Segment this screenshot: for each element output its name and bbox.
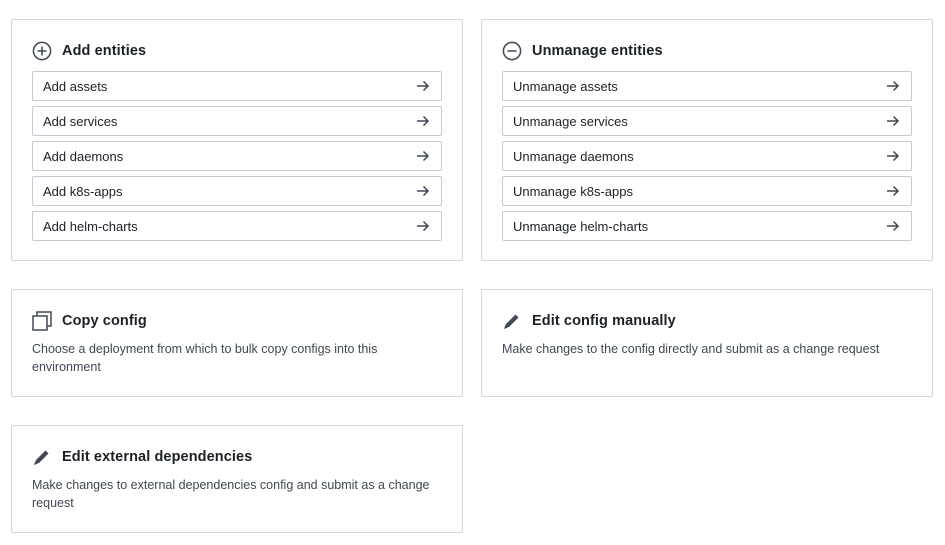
unmanage-entities-header: Unmanage entities xyxy=(502,40,912,62)
arrow-right-icon xyxy=(415,78,431,94)
arrow-right-icon xyxy=(415,218,431,234)
arrow-right-icon xyxy=(415,183,431,199)
add-assets-button[interactable]: Add assets xyxy=(32,71,442,101)
add-services-label: Add services xyxy=(43,113,118,129)
unmanage-services-button[interactable]: Unmanage services xyxy=(502,106,912,136)
add-entities-list: Add assets Add services Add daemons Add … xyxy=(32,71,442,241)
add-services-button[interactable]: Add services xyxy=(32,106,442,136)
arrow-right-icon xyxy=(885,78,901,94)
add-k8s-apps-label: Add k8s-apps xyxy=(43,183,123,199)
arrow-right-icon xyxy=(415,148,431,164)
add-helm-charts-label: Add helm-charts xyxy=(43,218,138,234)
edit-config-header: Edit config manually xyxy=(502,310,912,332)
arrow-right-icon xyxy=(885,218,901,234)
copy-config-card[interactable]: Copy config Choose a deployment from whi… xyxy=(11,289,463,397)
add-helm-charts-button[interactable]: Add helm-charts xyxy=(32,211,442,241)
add-daemons-label: Add daemons xyxy=(43,148,124,164)
arrow-right-icon xyxy=(885,113,901,129)
unmanage-daemons-label: Unmanage daemons xyxy=(513,148,634,164)
unmanage-daemons-button[interactable]: Unmanage daemons xyxy=(502,141,912,171)
copy-config-header: Copy config xyxy=(32,310,442,332)
pencil-icon xyxy=(32,447,52,467)
unmanage-entities-card: Unmanage entities Unmanage assets Unmana… xyxy=(481,19,933,261)
edit-config-card[interactable]: Edit config manually Make changes to the… xyxy=(481,289,933,397)
edit-config-title: Edit config manually xyxy=(532,313,676,329)
unmanage-entities-title: Unmanage entities xyxy=(532,43,663,59)
unmanage-services-label: Unmanage services xyxy=(513,113,628,129)
edit-external-dependencies-header: Edit external dependencies xyxy=(32,446,442,468)
unmanage-k8s-apps-button[interactable]: Unmanage k8s-apps xyxy=(502,176,912,206)
add-k8s-apps-button[interactable]: Add k8s-apps xyxy=(32,176,442,206)
add-entities-card: Add entities Add assets Add services Add… xyxy=(11,19,463,261)
unmanage-assets-label: Unmanage assets xyxy=(513,78,618,94)
edit-config-description: Make changes to the config directly and … xyxy=(502,342,880,356)
arrow-right-icon xyxy=(415,113,431,129)
add-assets-label: Add assets xyxy=(43,78,108,94)
arrow-right-icon xyxy=(885,183,901,199)
plus-circle-icon xyxy=(32,41,52,61)
copy-config-title: Copy config xyxy=(62,313,147,329)
add-entities-header: Add entities xyxy=(32,40,442,62)
add-daemons-button[interactable]: Add daemons xyxy=(32,141,442,171)
unmanage-entities-list: Unmanage assets Unmanage services Unmana… xyxy=(502,71,912,241)
duplicate-icon xyxy=(32,311,52,331)
edit-external-dependencies-title: Edit external dependencies xyxy=(62,449,253,465)
add-entities-title: Add entities xyxy=(62,43,147,59)
arrow-right-icon xyxy=(885,148,901,164)
unmanage-assets-button[interactable]: Unmanage assets xyxy=(502,71,912,101)
unmanage-k8s-apps-label: Unmanage k8s-apps xyxy=(513,183,633,199)
minus-circle-icon xyxy=(502,41,522,61)
unmanage-helm-charts-label: Unmanage helm-charts xyxy=(513,218,649,234)
unmanage-helm-charts-button[interactable]: Unmanage helm-charts xyxy=(502,211,912,241)
copy-config-description: Choose a deployment from which to bulk c… xyxy=(32,342,378,374)
edit-external-dependencies-description: Make changes to external dependencies co… xyxy=(32,478,430,510)
pencil-icon xyxy=(502,311,522,331)
edit-external-dependencies-card[interactable]: Edit external dependencies Make changes … xyxy=(11,425,463,533)
